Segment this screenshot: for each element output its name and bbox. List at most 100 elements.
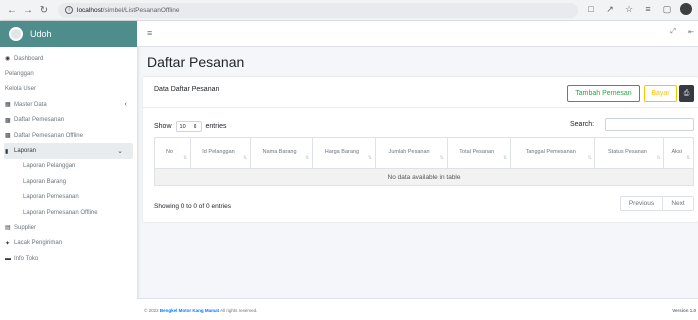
sidebar-item-label: Laporan Pemesanan <box>23 194 79 201</box>
sidebar-item-laporan-pemesanan[interactable]: Laporan Pemesanan <box>0 190 137 205</box>
site-info-icon[interactable]: i <box>65 6 73 14</box>
window-icon[interactable]: ▢ <box>661 4 673 15</box>
brand-name: Udoh <box>30 29 52 39</box>
show-label: Show <box>154 123 172 130</box>
sort-icon: ⇅ <box>439 154 444 160</box>
sidebar-item-master-data[interactable]: ▦ Master Data ‹ <box>0 97 137 112</box>
page-title: Daftar Pesanan <box>147 54 245 70</box>
sort-icon: ⇅ <box>305 154 310 160</box>
sidebar-item-label: Dashboard <box>14 55 44 62</box>
print-button[interactable]: ⎙ <box>679 85 694 102</box>
table-icon: ▦ <box>5 102 11 109</box>
sidebar-item-laporan[interactable]: ▮ Laporan ⌄ <box>4 143 133 159</box>
entries-label: entries <box>205 123 227 130</box>
sidebar-item-label: Master Data <box>14 101 47 108</box>
table-header-row: No ⇅ Id Pelanggan ⇅ Nama Barang ⇅ Harga Bar… <box>154 137 694 169</box>
sidebar-item-laporan-barang[interactable]: Laporan Barang <box>0 174 137 189</box>
sidebar-item-daftar-pemesanan[interactable]: ▩ Daftar Pemesanan <box>0 113 137 128</box>
share-icon[interactable]: ↗ <box>604 4 616 15</box>
sort-icon: ⇅ <box>686 154 690 160</box>
sidebar-item-label: Daftar Pemesanan Offline <box>14 132 83 139</box>
back-arrow-icon[interactable]: ← <box>6 3 18 17</box>
column-header[interactable]: Tanggal Pemesanan ⇅ <box>509 137 596 169</box>
cart-icon: ▩ <box>5 133 11 140</box>
sort-icon: ⇅ <box>656 154 661 160</box>
brand[interactable]: Udoh <box>0 21 137 47</box>
extensions-icon[interactable]: ≡ <box>642 4 654 14</box>
copyright-text: © 2022 Bengkel Motor Kang Mamat All righ… <box>144 308 257 313</box>
laporan-submenu: Laporan Pelanggan Laporan Barang Laporan… <box>0 159 137 221</box>
column-header[interactable]: Id Pelanggan ⇅ <box>189 137 252 169</box>
sort-icon: ⇅ <box>367 154 372 160</box>
sidebar-item-label: Daftar Pemesanan <box>14 117 65 124</box>
sidebar-item-laporan-pelanggan[interactable]: Laporan Pelanggan <box>0 159 137 174</box>
copyright-prefix: © 2022 <box>144 308 159 313</box>
sidebar-item-supplier[interactable]: ▤ Supplier <box>0 220 137 235</box>
forward-arrow-icon[interactable]: → <box>22 3 34 17</box>
pagination: Previous Next <box>620 196 694 211</box>
table-row: No data available in table <box>154 168 694 186</box>
entries-length-value: 10 <box>179 123 186 130</box>
sidebar-item-laporan-pemesanan-offline[interactable]: Laporan Pemesanan Offline <box>0 205 137 220</box>
url-path: /simbel/ListPesananOffline <box>102 6 180 14</box>
column-header[interactable]: No ⇅ <box>154 137 191 169</box>
column-header[interactable]: Harga Barang ⇅ <box>312 137 376 169</box>
print-icon: ⎙ <box>683 89 690 97</box>
sort-icon: ⇅ <box>503 154 507 160</box>
search-label: Search: <box>570 121 595 128</box>
chevron-down-icon: ⌄ <box>117 148 123 156</box>
tambah-pemesan-button[interactable]: Tambah Pemesan <box>567 85 640 102</box>
bayar-button[interactable]: Bayar <box>644 85 677 102</box>
store-icon: ▬ <box>5 255 11 262</box>
browser-toolbar: ← → ↻ i localhost/simbel/ListPesananOffl… <box>0 0 698 21</box>
file-icon: ▮ <box>5 148 9 155</box>
sidebar-item-label: Laporan Pemesanan Offline <box>23 209 98 216</box>
column-header[interactable]: Nama Barang ⇅ <box>249 137 314 169</box>
sidebar-item-kelola-user[interactable]: Kelola User <box>0 82 137 97</box>
sidebar-item-label: Info Toko <box>14 255 39 262</box>
address-bar[interactable]: i localhost/simbel/ListPesananOffline <box>58 2 578 18</box>
sidebar-item-label: Supplier <box>14 224 37 231</box>
sidebar-item-info-toko[interactable]: ▬ Info Toko <box>0 251 137 266</box>
sidebar-item-label: Kelola User <box>5 86 37 93</box>
sidebar-item-label: Laporan Pelanggan <box>23 163 76 170</box>
column-header[interactable]: Total Pesanan ⇅ <box>446 137 511 169</box>
sort-icon: ⇅ <box>183 154 187 160</box>
sort-icon: ⇅ <box>587 154 592 160</box>
entries-length-select[interactable]: 10 ⇕ <box>175 121 202 132</box>
next-page-button[interactable]: Next <box>663 196 694 211</box>
sidebar-item-label: Lacak Pengiriman <box>14 240 63 247</box>
version-label: Version 1.0 <box>672 308 696 313</box>
sidebar-item-daftar-pemesanan-offline[interactable]: ▩ Daftar Pemesanan Offline <box>0 128 137 143</box>
orders-card: Data Daftar Pesanan Tambah Pemesan Bayar… <box>143 77 698 222</box>
chevron-left-icon: ‹ <box>124 101 127 109</box>
sidebar: Udoh ◉ Dashboard Pelanggan Kelola User ▦… <box>0 21 137 320</box>
cart-icon: ▩ <box>5 117 11 124</box>
hamburger-menu-icon[interactable]: ≡ <box>147 28 152 38</box>
sidebar-item-label: Laporan Barang <box>23 178 67 185</box>
sidebar-menu: ◉ Dashboard Pelanggan Kelola User ▦ Mast… <box>0 47 137 270</box>
truck-icon: ▤ <box>5 225 11 232</box>
column-header[interactable]: Aksi ⇅ <box>663 137 694 169</box>
column-header[interactable]: Status Pesanan ⇅ <box>594 137 665 169</box>
logout-icon[interactable]: ⇤ <box>688 28 694 36</box>
reload-icon[interactable]: ↻ <box>38 3 50 17</box>
url-host: localhost <box>77 6 103 14</box>
fullscreen-icon[interactable]: ⤢ <box>670 28 676 36</box>
sidebar-item-lacak-pengiriman[interactable]: ✦ Lacak Pengiriman <box>0 236 137 251</box>
entries-length-control: Show 10 ⇕ entries <box>154 121 227 132</box>
location-icon: ✦ <box>5 240 11 247</box>
card-header: Data Daftar Pesanan Tambah Pemesan Bayar… <box>143 77 698 108</box>
translate-icon[interactable]: □ <box>585 4 597 14</box>
previous-page-button[interactable]: Previous <box>620 196 663 211</box>
sidebar-item-pelanggan[interactable]: Pelanggan <box>0 66 137 81</box>
bookmark-star-icon[interactable]: ☆ <box>623 4 635 15</box>
sidebar-item-dashboard[interactable]: ◉ Dashboard <box>0 51 137 66</box>
copyright-suffix: All rights reserved. <box>220 308 258 313</box>
topbar: ≡ ⤢ ⇤ <box>137 21 698 47</box>
company-link[interactable]: Bengkel Motor Kang Mamat <box>160 308 219 313</box>
search-input[interactable] <box>605 118 694 131</box>
column-header[interactable]: Jumlah Pesanan ⇅ <box>374 137 448 169</box>
select-arrows-icon: ⇕ <box>192 123 198 130</box>
profile-avatar[interactable] <box>680 3 692 15</box>
